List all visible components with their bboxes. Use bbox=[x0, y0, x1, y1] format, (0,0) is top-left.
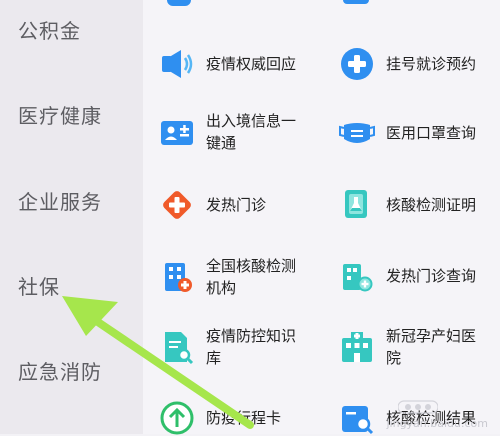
service-label: 发热门诊 bbox=[206, 196, 267, 214]
service-label: 疫情权威回应 bbox=[206, 55, 297, 73]
id-card-icon bbox=[161, 121, 193, 145]
service-label: 出入境信息一键通 bbox=[206, 112, 297, 152]
service-tile-fever-clinic[interactable]: 发热门诊 bbox=[159, 187, 266, 223]
service-label: 疫情防控知识库 bbox=[206, 327, 297, 367]
service-label: 医用口罩查询 bbox=[386, 124, 477, 142]
service-tile-knowledge-base[interactable]: 疫情防控知识库 bbox=[159, 325, 310, 369]
service-tile-epidemic-response[interactable]: 疫情权威回应 bbox=[159, 46, 296, 82]
speaker-icon bbox=[162, 50, 193, 78]
fever-clinic-icon bbox=[163, 191, 191, 219]
service-tile-maternity-hospitals[interactable]: 新冠孕产妇医院 bbox=[339, 325, 490, 369]
sidebar-item-emergency-fire[interactable]: 应急消防 bbox=[18, 356, 102, 385]
service-tile-testing-institutions[interactable]: 全国核酸检测机构 bbox=[159, 255, 310, 299]
service-label: 新冠孕产妇医院 bbox=[386, 327, 477, 367]
clipped-icon bbox=[167, 0, 191, 6]
service-label: 全国核酸检测机构 bbox=[206, 257, 297, 297]
clipped-icon bbox=[343, 0, 369, 4]
document-search-icon bbox=[165, 332, 194, 365]
service-label: 发热门诊查询 bbox=[386, 267, 477, 285]
medical-cross-icon bbox=[341, 48, 373, 80]
arrow-up-circle-icon bbox=[160, 401, 194, 435]
sidebar-item-business-services[interactable]: 企业服务 bbox=[18, 186, 102, 215]
service-tile-mask-query[interactable]: 医用口罩查询 bbox=[339, 115, 476, 151]
maternity-hospital-icon bbox=[342, 332, 372, 362]
service-label: 挂号就诊预约 bbox=[386, 55, 477, 73]
service-tile-travel-card[interactable]: 防疫行程卡 bbox=[159, 400, 281, 436]
sidebar: 公积金 医疗健康 企业服务 社保 应急消防 bbox=[0, 0, 143, 434]
hospital-building-icon bbox=[165, 263, 192, 292]
service-label: 核酸检测证明 bbox=[386, 196, 477, 214]
service-label: 防疫行程卡 bbox=[206, 409, 282, 427]
service-tile-border-info[interactable]: 出入境信息一键通 bbox=[159, 110, 310, 154]
service-tile-appointment[interactable]: 挂号就诊预约 bbox=[339, 46, 476, 82]
service-tile-nucleic-certificate[interactable]: 核酸检测证明 bbox=[339, 187, 476, 223]
service-grid: 疫情权威回应 挂号就诊预约 出入境信息一键通 医用口罩查询 发热门诊 核酸检测证… bbox=[143, 0, 500, 436]
sidebar-item-social-security[interactable]: 社保 bbox=[18, 271, 60, 300]
test-tube-icon bbox=[345, 190, 367, 218]
service-tile-fever-clinic-query[interactable]: 发热门诊查询 bbox=[339, 258, 476, 294]
sidebar-item-housing-fund[interactable]: 公积金 bbox=[18, 15, 81, 44]
hospital-search-icon bbox=[343, 264, 373, 292]
watermark-logo bbox=[398, 400, 438, 414]
mask-icon bbox=[339, 123, 375, 143]
watermark: jingyan.baidu.com bbox=[386, 417, 488, 430]
sidebar-item-healthcare[interactable]: 医疗健康 bbox=[18, 100, 102, 129]
test-result-icon bbox=[342, 406, 374, 435]
